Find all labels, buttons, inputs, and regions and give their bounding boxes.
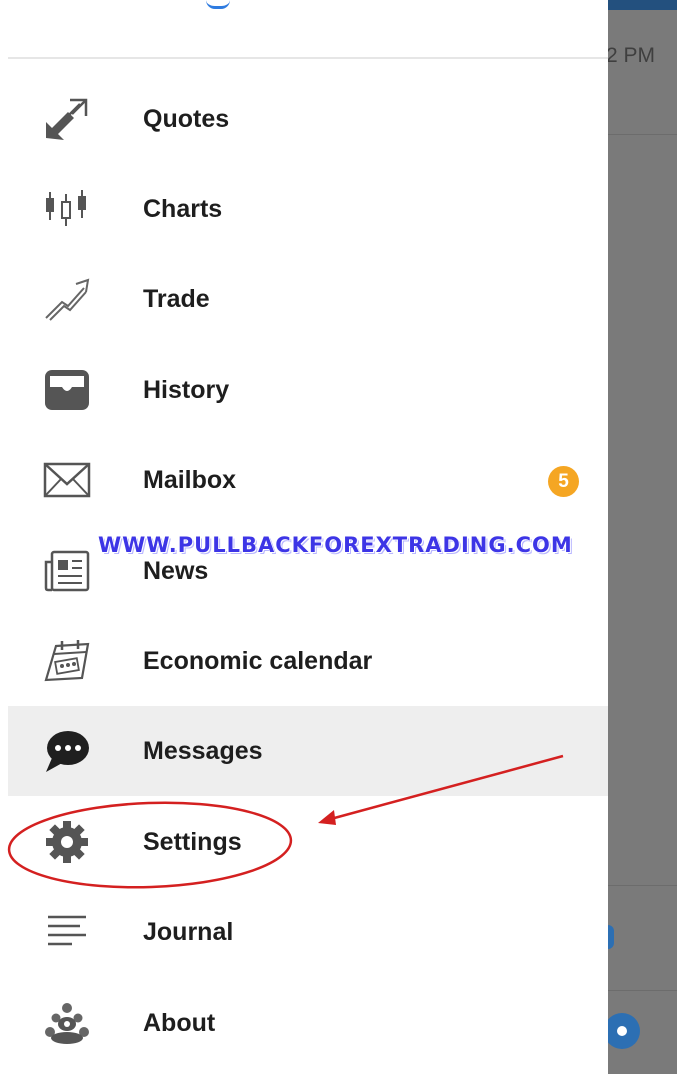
menu-item-charts[interactable]: Charts bbox=[8, 164, 608, 254]
candlestick-chart-icon bbox=[42, 186, 92, 232]
envelope-icon bbox=[42, 457, 92, 503]
gear-icon bbox=[42, 819, 92, 865]
inbox-tray-icon bbox=[42, 367, 92, 413]
menu-item-label: Settings bbox=[143, 828, 242, 856]
menu-item-label: Messages bbox=[143, 737, 263, 765]
menu-item-messages[interactable]: Messages bbox=[8, 706, 608, 796]
background-app-dimmed: 2 PM bbox=[608, 0, 677, 1074]
drawer-header-divider bbox=[8, 57, 608, 59]
menu-item-label: Journal bbox=[143, 918, 234, 946]
menu-item-label: Mailbox bbox=[143, 466, 237, 494]
menu-item-economic-calendar[interactable]: Economic calendar bbox=[8, 616, 608, 706]
menu-item-label: Economic calendar bbox=[143, 647, 373, 675]
background-divider bbox=[608, 885, 677, 886]
menu-item-quotes[interactable]: Quotes bbox=[8, 74, 608, 164]
watermark-text: WWW.PULLBACKFOREXTRADING.COM bbox=[98, 533, 573, 557]
menu-item-history[interactable]: History bbox=[8, 345, 608, 435]
background-indicator bbox=[608, 925, 614, 949]
menu-item-journal[interactable]: Journal bbox=[8, 887, 608, 977]
chat-bubble-icon bbox=[42, 728, 92, 774]
quotes-arrows-icon bbox=[42, 96, 92, 142]
navigation-drawer: Quotes Charts Trade History Mailbox 5 Ne… bbox=[0, 0, 608, 1074]
calendar-icon bbox=[42, 638, 92, 684]
menu-item-mailbox[interactable]: Mailbox 5 bbox=[8, 435, 608, 525]
background-toolbar bbox=[608, 0, 677, 10]
menu-item-label: Quotes bbox=[143, 105, 230, 133]
menu-item-label: About bbox=[143, 1009, 216, 1037]
newspaper-icon bbox=[42, 548, 92, 594]
menu-item-about[interactable]: About bbox=[8, 978, 608, 1068]
menu-item-trade[interactable]: Trade bbox=[8, 254, 608, 344]
trade-trend-icon bbox=[42, 276, 92, 322]
lines-journal-icon bbox=[42, 909, 92, 955]
background-divider bbox=[608, 990, 677, 991]
menu-item-label: Trade bbox=[143, 285, 210, 313]
menu-item-label: Charts bbox=[143, 195, 223, 223]
background-time-text: 2 PM bbox=[608, 44, 656, 67]
about-logo-icon bbox=[42, 1000, 92, 1046]
menu-item-label: History bbox=[143, 376, 230, 404]
menu-item-settings[interactable]: Settings bbox=[8, 797, 608, 887]
drawer-header-accent bbox=[206, 0, 230, 9]
background-divider bbox=[608, 134, 677, 135]
unread-count-badge: 5 bbox=[548, 466, 579, 497]
background-fab-button bbox=[608, 1013, 640, 1049]
